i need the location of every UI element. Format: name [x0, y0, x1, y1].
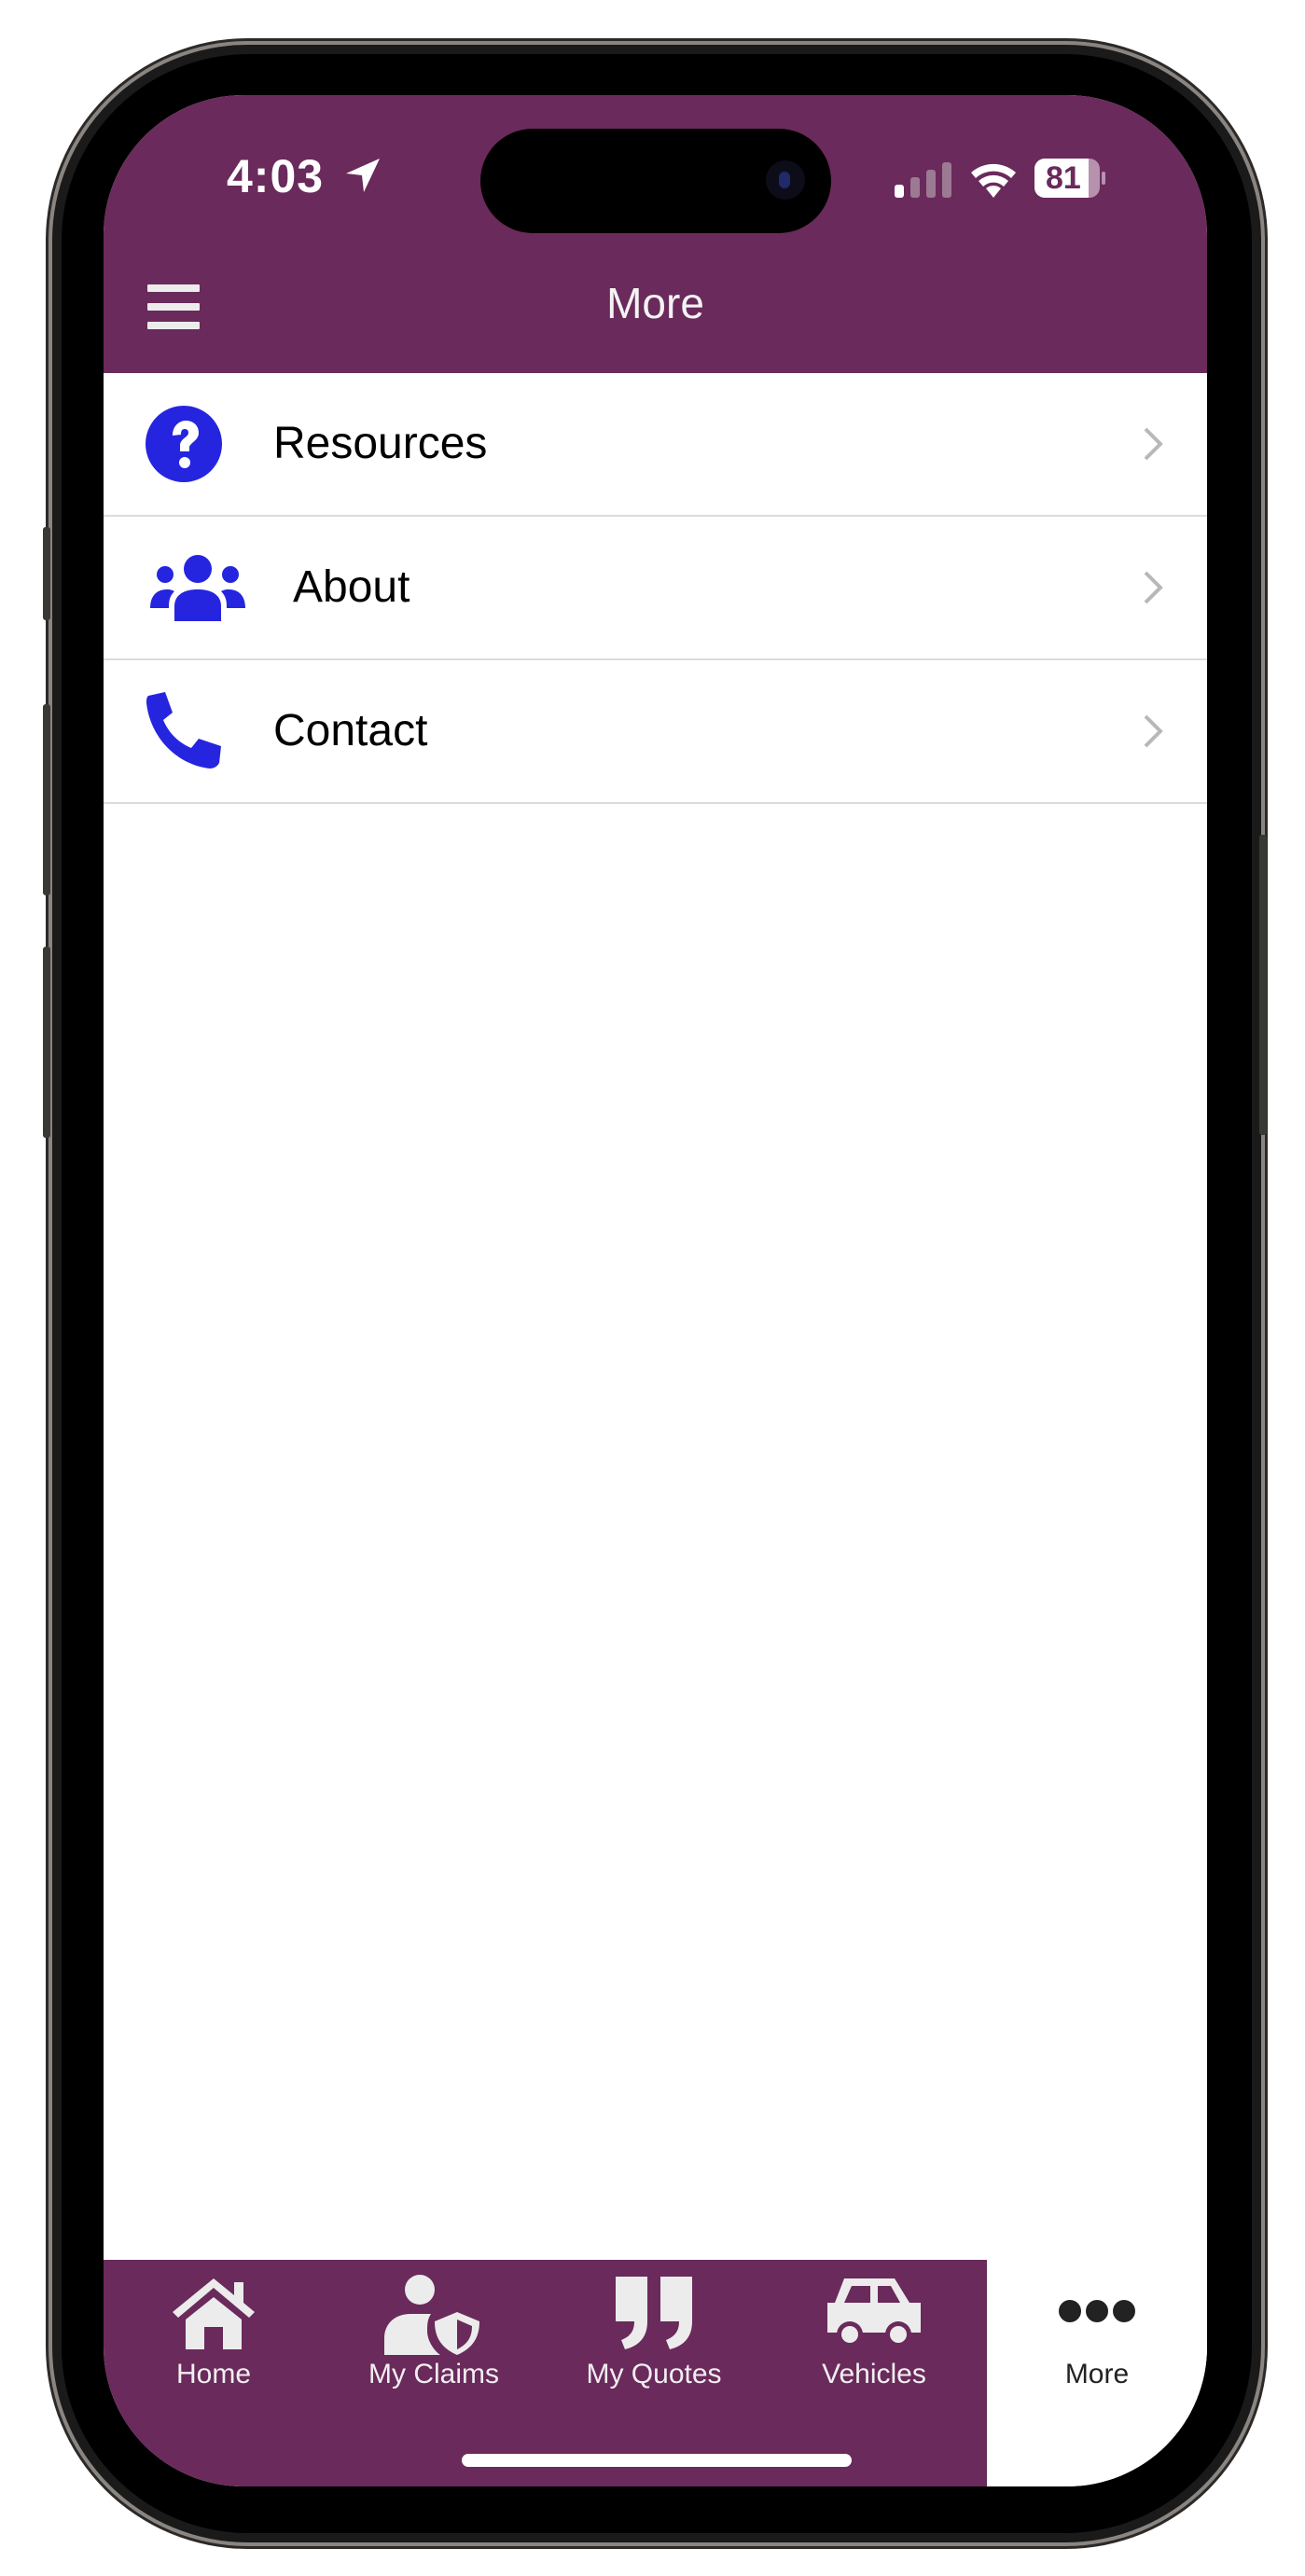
dynamic-island	[480, 129, 831, 233]
quote-icon	[616, 2277, 692, 2349]
menu-item-label: Contact	[273, 706, 428, 755]
app-header: 4:03 81 More	[104, 95, 1207, 373]
chevron-right-icon	[1144, 714, 1163, 748]
menu-item-contact[interactable]: Contact	[104, 660, 1207, 804]
cellular-signal-icon	[895, 162, 951, 198]
question-circle-icon	[146, 406, 222, 482]
tab-my-quotes[interactable]: My Quotes	[544, 2260, 764, 2409]
menu-item-label: Resources	[273, 419, 488, 468]
tab-label: More	[1064, 2359, 1130, 2389]
app-screen: 4:03 81 More Resources About Contact Hom…	[104, 95, 1207, 2486]
status-bar: 4:03 81	[104, 95, 1207, 235]
phone-icon	[146, 692, 221, 769]
car-icon	[827, 2278, 921, 2347]
volume-down-button	[43, 947, 50, 1138]
users-icon	[150, 555, 245, 621]
status-time: 4:03	[227, 150, 325, 202]
volume-up-button	[43, 704, 50, 895]
front-camera	[766, 160, 805, 200]
more-menu-list: Resources About Contact	[104, 373, 1207, 804]
battery-icon: 81	[1034, 159, 1105, 198]
tab-my-claims[interactable]: My Claims	[324, 2260, 544, 2409]
user-shield-icon	[384, 2275, 479, 2355]
ellipsis-icon	[1059, 2300, 1135, 2322]
home-icon	[173, 2278, 255, 2349]
tab-more[interactable]: More	[987, 2260, 1207, 2486]
chevron-right-icon	[1144, 427, 1163, 461]
battery-level: 81	[1046, 160, 1081, 196]
tab-label: My Quotes	[586, 2359, 722, 2389]
menu-item-about[interactable]: About	[104, 517, 1207, 660]
tab-vehicles[interactable]: Vehicles	[764, 2260, 984, 2409]
menu-item-resources[interactable]: Resources	[104, 373, 1207, 517]
side-button	[1259, 835, 1267, 1135]
menu-item-label: About	[293, 562, 410, 612]
silent-switch	[43, 527, 50, 620]
wifi-icon	[971, 163, 1016, 198]
page-title: More	[606, 279, 704, 327]
home-indicator[interactable]	[462, 2454, 852, 2467]
chevron-right-icon	[1144, 571, 1163, 604]
tab-home[interactable]: Home	[104, 2260, 324, 2409]
location-arrow-icon	[346, 159, 380, 192]
bottom-tab-bar: Home My Claims My Quotes Vehicles More	[104, 2260, 1207, 2486]
tab-label: Home	[175, 2359, 252, 2389]
tab-label: Vehicles	[822, 2359, 926, 2389]
tab-label: My Claims	[368, 2359, 499, 2389]
